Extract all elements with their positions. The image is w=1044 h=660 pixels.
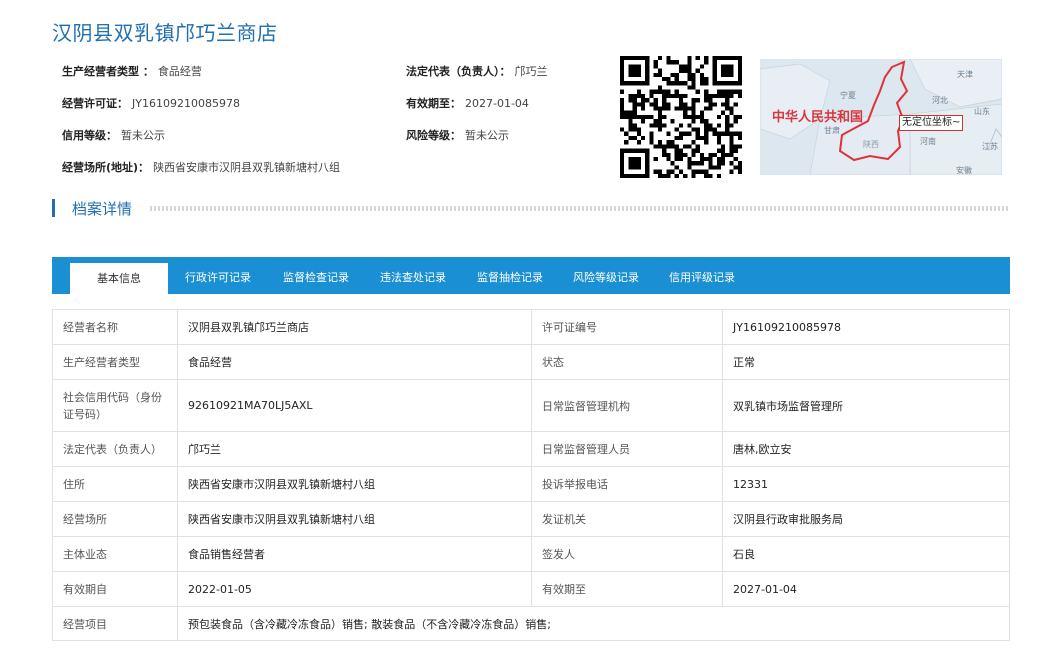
row-value: 92610921MA70LJ5AXL (177, 379, 532, 432)
row-value: 石良 (722, 536, 1010, 572)
license-label: 经营许可证： (62, 97, 128, 110)
table-row: 生产经营者类型 食品经营 状态 正常 (52, 344, 1010, 380)
risk-level-label: 风险等级： (406, 129, 461, 142)
row-label: 日常监督管理人员 (531, 431, 723, 467)
row-label: 发证机关 (531, 501, 723, 537)
row-label: 经营者名称 (52, 309, 178, 345)
row-value: 双乳镇市场监督管理所 (722, 379, 1010, 432)
section-header: 档案详情 (52, 197, 1010, 219)
tab-violation[interactable]: 违法查处记录 (364, 257, 462, 294)
table-row: 法定代表（负责人） 邝巧兰 日常监督管理人员 唐林,欧立安 (52, 431, 1010, 467)
operator-type-value: 食品经营 (157, 65, 202, 78)
row-value: 食品销售经营者 (177, 536, 532, 572)
row-value: 2027-01-04 (722, 571, 1010, 607)
section-title: 档案详情 (72, 200, 133, 218)
address: 经营场所(地址)： 陕西省安康市汉阴县双乳镇新塘村八组 (62, 159, 340, 175)
map-place-label: 山东 (974, 107, 990, 116)
qr-code (620, 56, 742, 178)
valid-until-value: 2027-01-04 (465, 97, 529, 110)
row-label: 主体业态 (52, 536, 178, 572)
table-row: 经营场所 陕西省安康市汉阴县双乳镇新塘村八组 发证机关 汉阴县行政审批服务局 (52, 501, 1010, 537)
map-place-label: 宁夏 (840, 91, 856, 100)
tab-admin-license[interactable]: 行政许可记录 (168, 257, 268, 294)
row-label: 状态 (531, 344, 723, 380)
row-value: 陕西省安康市汉阴县双乳镇新塘村八组 (177, 466, 532, 502)
table-row: 有效期自 2022-01-05 有效期至 2027-01-04 (52, 571, 1010, 607)
row-label: 投诉举报电话 (531, 466, 723, 502)
row-value: 邝巧兰 (177, 431, 532, 467)
tab-risk-level[interactable]: 风险等级记录 (558, 257, 654, 294)
map-place-label: 江苏 (982, 142, 998, 151)
row-label: 经营场所 (52, 501, 178, 537)
credit-level-value: 暂未公示 (121, 129, 165, 142)
row-value: 2022-01-05 (177, 571, 532, 607)
row-label: 有效期至 (531, 571, 723, 607)
table-row: 主体业态 食品销售经营者 签发人 石良 (52, 536, 1010, 572)
map-place-label: 安徽 (956, 166, 972, 175)
table-row: 社会信用代码（身份证号码） 92610921MA70LJ5AXL 日常监督管理机… (52, 379, 1010, 432)
address-label: 经营场所(地址)： (62, 161, 150, 174)
row-label: 住所 (52, 466, 178, 502)
legal-rep-value: 邝巧兰 (514, 65, 548, 78)
map-place-label: 甘肃 (824, 126, 840, 135)
row-value: 正常 (722, 344, 1010, 380)
tab-bar: 基本信息 行政许可记录 监督检查记录 违法查处记录 监督抽检记录 风险等级记录 … (52, 257, 1010, 294)
operator-type: 生产经营者类型 ：食品经营 (62, 63, 202, 79)
table-row: 经营者名称 汉阴县双乳镇邝巧兰商店 许可证编号 JY16109210085978 (52, 309, 1010, 345)
license: 经营许可证： JY16109210085978 (62, 95, 240, 111)
map-tooltip: 无定位坐标~ (899, 115, 964, 131)
row-value: 陕西省安康市汉阴县双乳镇新塘村八组 (177, 501, 532, 537)
tab-basic-info[interactable]: 基本信息 (70, 263, 168, 294)
table-row: 住所 陕西省安康市汉阴县双乳镇新塘村八组 投诉举报电话 12331 (52, 466, 1010, 502)
valid-until: 有效期至： 2027-01-04 (406, 95, 529, 111)
operator-type-label: 生产经营者类型 ： (62, 65, 154, 78)
business-scope-value: 预包装食品（含冷藏冷冻食品）销售; 散装食品（不含冷藏冷冻食品）销售; (177, 606, 1010, 641)
legal-rep: 法定代表（负责人）： 邝巧兰 (406, 63, 548, 79)
row-value: 食品经营 (177, 344, 532, 380)
location-map[interactable]: 中华人民共和国 天津 宁夏 甘肃 河北 山东 河南 江苏 陕西 安徽 山西 无定… (760, 59, 1002, 175)
tab-supervision-check[interactable]: 监督检查记录 (268, 257, 364, 294)
table-row: 经营项目 预包装食品（含冷藏冷冻食品）销售; 散装食品（不含冷藏冷冻食品）销售; (52, 606, 1010, 641)
map-place-label: 河南 (920, 137, 936, 146)
row-value: 唐林,欧立安 (722, 431, 1010, 467)
valid-until-label: 有效期至： (406, 97, 461, 110)
row-value: 12331 (722, 466, 1010, 502)
address-value: 陕西省安康市汉阴县双乳镇新塘村八组 (153, 161, 341, 174)
row-label: 社会信用代码（身份证号码） (52, 379, 178, 432)
row-value: 汉阴县行政审批服务局 (722, 501, 1010, 537)
country-label: 中华人民共和国 (772, 110, 864, 125)
section-divider (150, 206, 1010, 211)
risk-level: 风险等级： 暂未公示 (406, 127, 509, 143)
detail-table: 经营者名称 汉阴县双乳镇邝巧兰商店 许可证编号 JY16109210085978… (52, 309, 1010, 641)
tab-credit-rating[interactable]: 信用评级记录 (654, 257, 750, 294)
map-place-label: 陕西 (863, 140, 879, 149)
row-label: 日常监督管理机构 (531, 379, 723, 432)
row-label: 许可证编号 (531, 309, 723, 345)
row-value: JY16109210085978 (722, 309, 1010, 345)
map-place-label: 河北 (932, 96, 948, 105)
row-label: 有效期自 (52, 571, 178, 607)
credit-level-label: 信用等级： (62, 129, 117, 142)
row-label: 经营项目 (52, 606, 178, 641)
page-title: 汉阴县双乳镇邝巧兰商店 (52, 21, 278, 45)
section-accent-bar (52, 199, 55, 217)
row-label: 生产经营者类型 (52, 344, 178, 380)
license-value: JY16109210085978 (132, 97, 240, 110)
credit-level: 信用等级： 暂未公示 (62, 127, 165, 143)
legal-rep-label: 法定代表（负责人）： (406, 65, 511, 78)
row-label: 签发人 (531, 536, 723, 572)
row-label: 法定代表（负责人） (52, 431, 178, 467)
map-place-label: 天津 (957, 70, 973, 79)
tab-sampling[interactable]: 监督抽检记录 (462, 257, 558, 294)
row-value: 汉阴县双乳镇邝巧兰商店 (177, 309, 532, 345)
risk-level-value: 暂未公示 (465, 129, 509, 142)
